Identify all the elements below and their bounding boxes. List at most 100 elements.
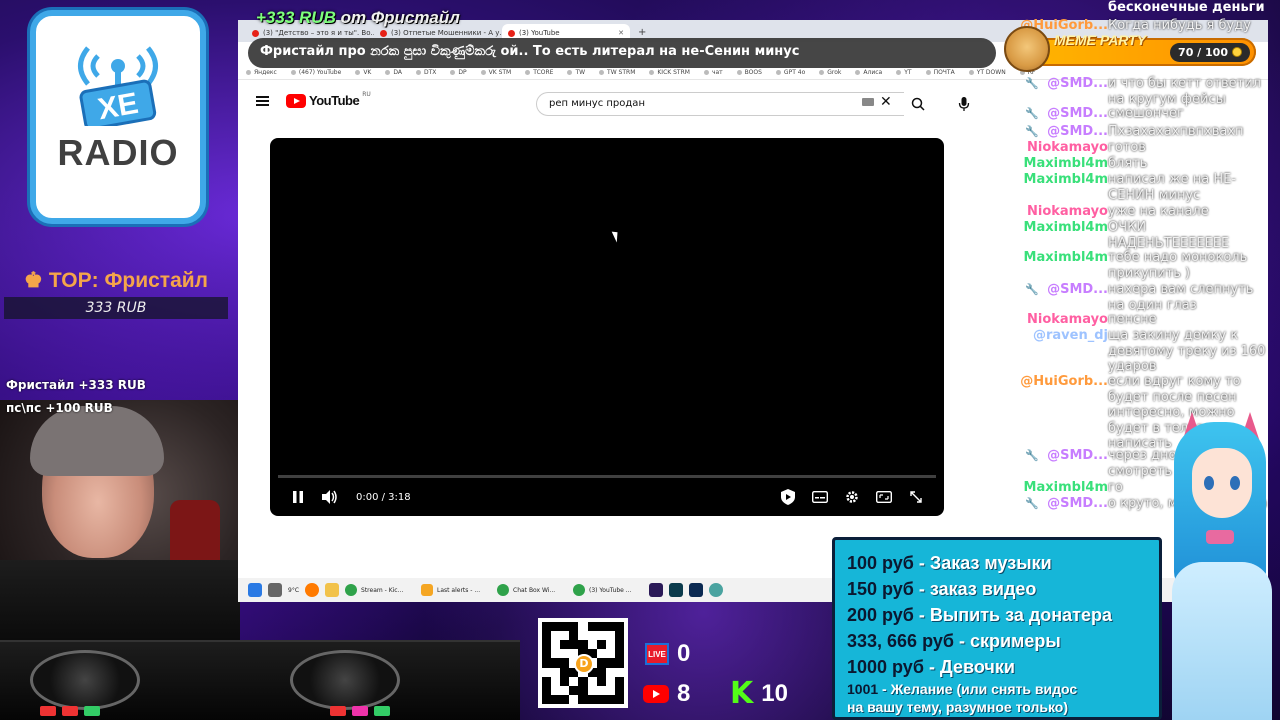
taskbar-app[interactable]: Chat Box Wi...: [497, 584, 567, 596]
donation-price-list: 100 руб - Заказ музыки 150 руб - заказ в…: [832, 537, 1162, 720]
qr-module: [551, 667, 561, 677]
chat-username[interactable]: 🔧 @SMD...: [1008, 124, 1108, 140]
top-donor-amount: 333 RUB: [4, 297, 228, 319]
moderator-wrench-icon: 🔧: [1025, 125, 1040, 138]
chat-username[interactable]: Niokamayo: [1008, 312, 1108, 328]
taskbar-app[interactable]: Last alerts - ...: [421, 584, 491, 596]
qr-module: [569, 694, 579, 704]
pause-button[interactable]: [282, 485, 314, 509]
qr-module: [614, 622, 624, 632]
price-row: 200 руб - Выпить за донатера: [847, 605, 1112, 625]
clear-search-icon[interactable]: ✕: [880, 94, 892, 110]
file-explorer-icon[interactable]: [325, 583, 340, 597]
menu-icon[interactable]: [256, 96, 269, 106]
bookmark[interactable]: GPT 4o: [776, 69, 805, 76]
meme-party-counter: 70 / 100: [1170, 42, 1250, 62]
moderator-wrench-icon: 🔧: [1025, 449, 1040, 462]
chat-username[interactable]: @HuiGorb...: [1008, 374, 1108, 390]
chat-username[interactable]: 🔧 @SMD...: [1008, 496, 1108, 512]
bookmark[interactable]: Яндекс: [246, 69, 277, 76]
bookmark[interactable]: TCORE: [525, 69, 553, 76]
chrome-icon: [345, 584, 358, 596]
coin-icon: [1232, 47, 1242, 57]
chat-message-text: Пхзахахахпвпхвахп: [1108, 124, 1244, 139]
taskbar-app[interactable]: Stream - Kic...: [345, 584, 415, 596]
chat-username[interactable]: Niokamayo: [1008, 140, 1108, 156]
bookmark[interactable]: TW STRM: [599, 69, 635, 76]
youtube-favicon-icon: [252, 29, 259, 37]
chat-message-text: готов: [1108, 140, 1146, 155]
donation-qr-code: D: [538, 618, 628, 708]
app-icon[interactable]: [709, 583, 724, 597]
bookmark[interactable]: TW: [567, 69, 585, 76]
chat-username[interactable]: Maximbl4m: [1008, 250, 1108, 266]
qr-module: [560, 640, 570, 650]
youtube-logo[interactable]: YouTube RU: [286, 91, 371, 108]
bookmark[interactable]: Алиса: [855, 69, 882, 76]
shield-play-icon: [781, 489, 795, 505]
qr-module: [578, 622, 588, 632]
chat-username[interactable]: Maximbl4m: [1008, 480, 1108, 496]
qr-module: [542, 685, 552, 695]
audition-icon[interactable]: [669, 583, 684, 597]
bookmark[interactable]: ПОЧТА: [926, 69, 955, 76]
video-player[interactable]: 0:00 / 3:18: [270, 138, 944, 516]
bookmark[interactable]: чат: [704, 69, 723, 76]
chat-username[interactable]: 🔧 @SMD...: [1008, 448, 1108, 464]
theater-mode-button[interactable]: [868, 485, 900, 509]
fullscreen-button[interactable]: [900, 485, 932, 509]
qr-module: [587, 640, 597, 650]
youtube-icon: [643, 685, 669, 703]
chat-username[interactable]: Maximbl4m: [1008, 220, 1108, 236]
keyboard-icon[interactable]: [862, 98, 874, 106]
premiere-icon[interactable]: [649, 583, 664, 597]
chat-header-text: бесконечные деньги: [1108, 0, 1265, 15]
bookmark[interactable]: YT: [896, 69, 911, 76]
search-input[interactable]: реп минус продан: [536, 92, 904, 116]
bookmark[interactable]: DA: [385, 69, 402, 76]
chat-username[interactable]: Niokamayo: [1008, 204, 1108, 220]
bookmark[interactable]: (467) YouTube: [291, 69, 341, 76]
bookmark[interactable]: VK: [355, 69, 371, 76]
photoshop-icon[interactable]: [689, 583, 704, 597]
chat-username[interactable]: Maximbl4m: [1008, 156, 1108, 172]
task-view-icon[interactable]: [268, 583, 282, 597]
voice-search-button[interactable]: [952, 92, 976, 116]
chat-username[interactable]: 🔧 @SMD...: [1008, 76, 1108, 92]
avatar-eye: [1230, 476, 1240, 490]
qr-module: [569, 622, 579, 632]
qr-module: [614, 649, 624, 659]
firefox-icon[interactable]: [305, 583, 320, 597]
windows-start-icon[interactable]: [248, 583, 262, 597]
bookmark[interactable]: DTX: [416, 69, 436, 76]
chat-username[interactable]: 🔧 @SMD...: [1008, 106, 1108, 122]
settings-button[interactable]: [836, 485, 868, 509]
bookmark[interactable]: VK STM: [481, 69, 512, 76]
chat-username[interactable]: Maximbl4m: [1008, 172, 1108, 188]
subtitles-button[interactable]: [804, 485, 836, 509]
bookmark[interactable]: Grok: [819, 69, 841, 76]
chat-username[interactable]: @raven_dj: [1008, 328, 1108, 344]
qr-module: [551, 676, 561, 686]
weather-widget[interactable]: 9°C: [288, 587, 299, 594]
taskbar-app[interactable]: (3) YouTube ...: [573, 584, 643, 596]
qr-module: [578, 676, 588, 686]
meme-party-bar: MEME PARTY 70 / 100: [1004, 26, 1256, 72]
chat-message-text: ща закину демку к девятому треку из 160 …: [1108, 328, 1266, 374]
volume-button[interactable]: [314, 485, 346, 509]
qr-module: [560, 631, 570, 641]
sponsor-block-button[interactable]: [772, 485, 804, 509]
search-button[interactable]: [904, 92, 932, 116]
close-tab-icon[interactable]: ✕: [618, 29, 624, 37]
bookmark[interactable]: DP: [450, 69, 466, 76]
qr-module: [587, 622, 597, 632]
chat-username[interactable]: 🔧 @SMD...: [1008, 282, 1108, 298]
bookmark[interactable]: BOOS: [737, 69, 762, 76]
qr-module: [578, 685, 588, 695]
bookmark[interactable]: KICK STRM: [649, 69, 690, 76]
svg-text:XE: XE: [96, 87, 141, 126]
dj-controller: [0, 640, 520, 720]
qr-module: [578, 640, 588, 650]
crown-icon: ♚: [24, 269, 43, 292]
avatar-face: [1192, 448, 1252, 518]
